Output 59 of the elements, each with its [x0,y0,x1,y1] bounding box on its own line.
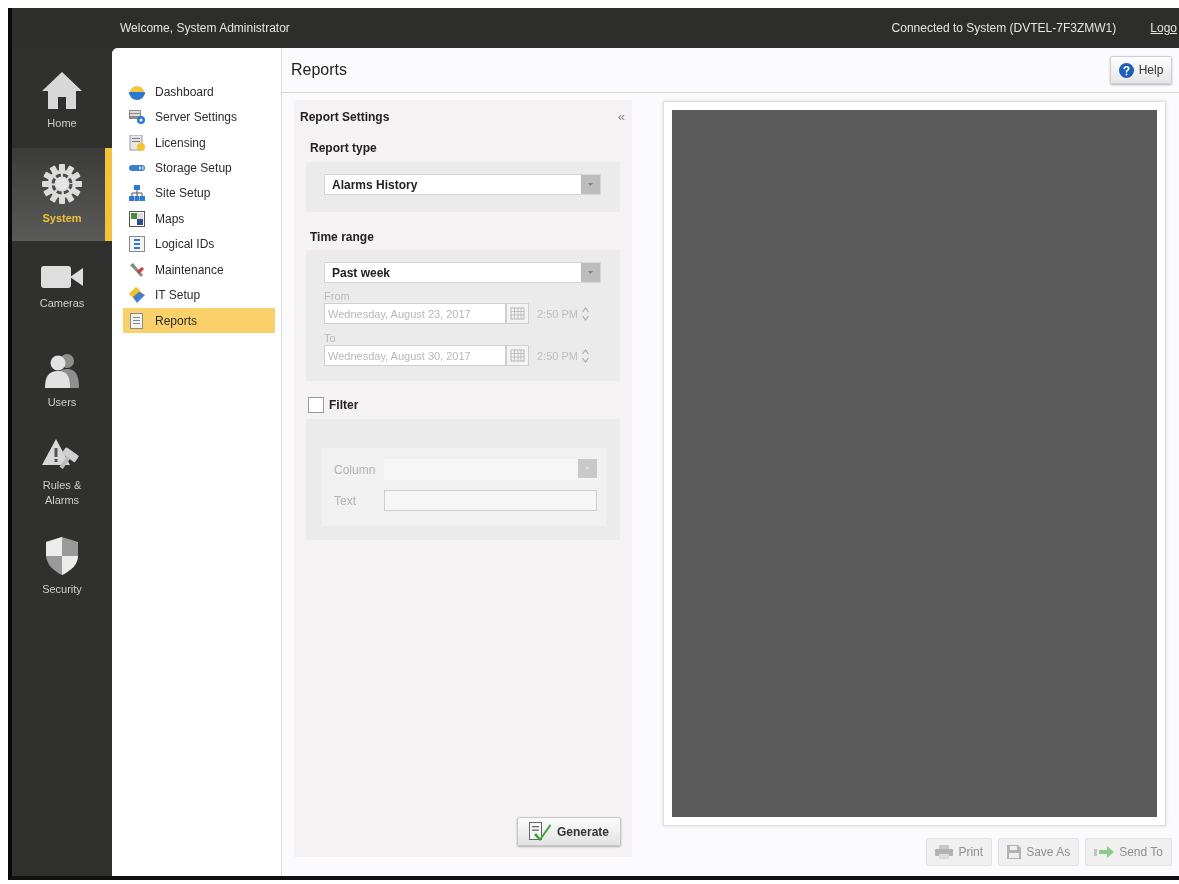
network-tree-icon [129,185,145,202]
help-icon [1118,62,1134,78]
map-icon [129,210,145,227]
video-camera-icon [41,264,83,289]
panel-title: Report Settings [300,110,390,124]
server-gear-icon [129,109,145,126]
sidebar-item[interactable]: IT Setup [123,282,275,308]
caret-icon[interactable] [581,263,600,282]
time-range-dropdown[interactable]: Past week [324,262,601,283]
text-input[interactable] [384,490,597,511]
gear-icon [42,163,82,204]
section-label: Report type [309,140,377,156]
warning-hammer-icon [42,439,82,471]
calendar-icon[interactable] [506,303,529,324]
nav-item[interactable]: Cameras [12,241,112,334]
arrow-icon [1094,846,1115,858]
page-title: Reports [291,61,348,79]
calendar-icon[interactable] [506,345,529,366]
printer-icon [935,845,954,859]
shield-icon [46,536,78,575]
sidebar-item[interactable]: Server Settings [123,104,275,130]
sidebar-item[interactable]: Dashboard [123,79,275,105]
help-button[interactable]: Help [1110,56,1172,84]
nav-item[interactable]: Home [12,55,112,148]
nav-item[interactable]: Security [12,520,112,613]
document-seal-icon [129,134,145,151]
spinner-icon[interactable] [581,306,589,321]
users-icon [45,351,79,388]
caret-icon[interactable] [578,459,597,478]
document-check-icon [529,822,551,841]
list-box-icon [129,236,145,253]
sidebar-item[interactable]: Reports [123,307,275,334]
sidebar-item[interactable]: Maintenance [123,257,275,283]
diamond-shapes-icon [129,287,145,304]
sidebar-item[interactable]: Storage Setup [123,155,275,181]
spinner-icon[interactable] [581,348,589,363]
column-dropdown[interactable] [384,459,597,480]
checkbox-label: Filter [329,398,359,412]
sidebar-item[interactable]: Site Setup [123,180,275,207]
house-icon [42,72,82,109]
nav-item[interactable]: System [12,148,112,241]
field-label: Column [334,462,377,477]
document-icon [129,312,145,329]
generate-button[interactable]: Generate [517,817,621,846]
sidebar-item[interactable]: Logical IDs [123,231,275,258]
nav-item[interactable]: Rules & Alarms [12,427,112,520]
welcome-text: Welcome, System Administrator [120,21,290,35]
section-label: Time range [309,229,374,245]
sidebar-item[interactable]: Maps [123,206,275,232]
caret-icon[interactable] [581,175,600,194]
half-circle-icon [129,83,145,100]
connection-status: Connected to System (DVTEL-7F3ZMW1) [891,21,1117,35]
field-label: Text [334,493,357,508]
report-type-dropdown[interactable]: Alarms History [324,174,601,195]
sidebar-item[interactable]: Licensing [123,129,275,156]
tool-icon [129,261,145,278]
logout-link[interactable]: Logo [1150,21,1177,35]
filter-checkbox[interactable] [308,397,324,413]
nav-item[interactable]: Users [12,334,112,427]
